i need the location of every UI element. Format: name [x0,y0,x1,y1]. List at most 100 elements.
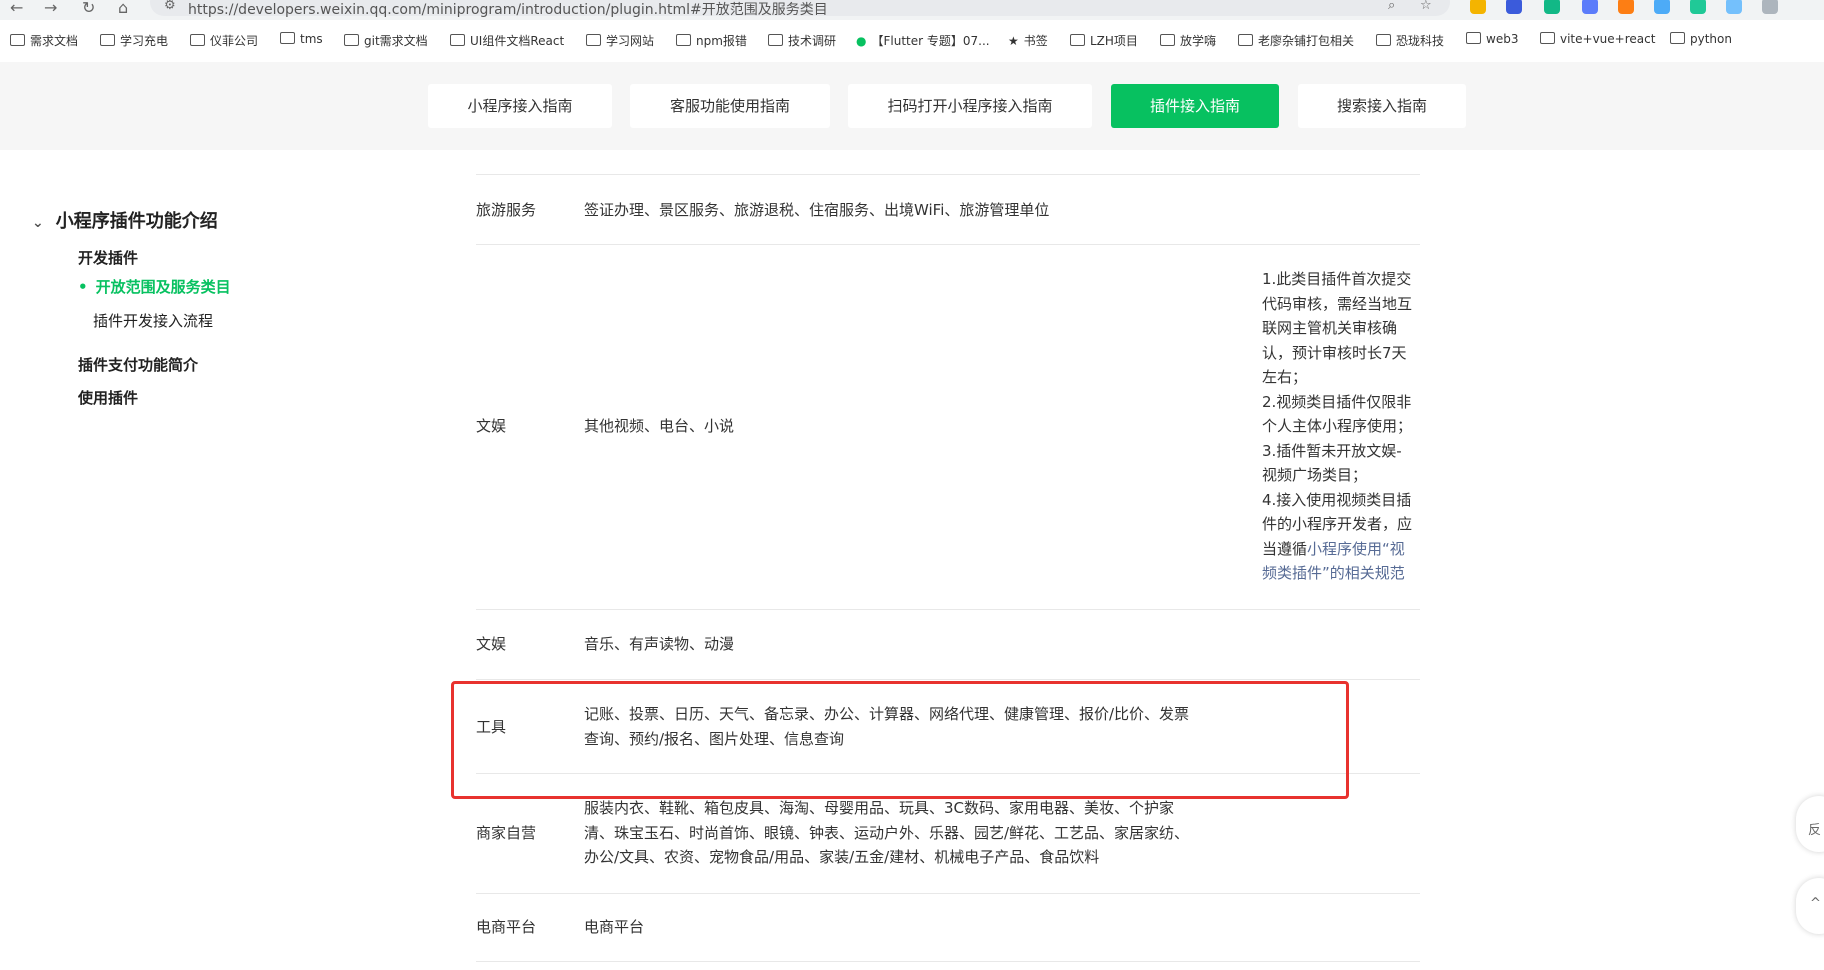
tab-plugin-guide[interactable]: 插件接入指南 [1111,84,1279,128]
bookmark-item[interactable]: ● 【Flutter 专题】07... [856,32,990,49]
back-icon[interactable]: ← [10,0,23,17]
bookmark-label: tms [300,32,323,46]
bookmark-item[interactable]: ★ 书签 [1008,32,1048,49]
extensions-menu-icon[interactable] [1762,0,1778,14]
bookmark-label: 学习充电 [120,34,169,48]
feedback-label: 反 [1808,823,1822,838]
tab-search-guide[interactable]: 搜索接入指南 [1298,84,1466,128]
note-line: 3.插件暂未开放文娱- [1262,441,1402,460]
forward-icon[interactable]: → [44,0,57,17]
sidebar-item-payment[interactable]: 插件支付功能简介 [78,354,198,375]
extension-icon[interactable] [1726,0,1742,14]
bookmark-label: vite+vue+react [1560,32,1656,46]
bookmark-label: 需求文档 [30,34,79,48]
url-bar[interactable]: ⚙ https://developers.weixin.qq.com/minip… [150,0,1450,18]
bookmark-item[interactable]: 恐珑科技 [1376,32,1444,49]
folder-icon [10,34,25,46]
services-cell: 签证办理、景区服务、旅游退税、住宿服务、出境WiFi、旅游管理单位 [584,201,1050,219]
services-cell: 其他视频、电台、小说 [584,417,735,435]
bookmark-item[interactable]: 学习充电 [100,32,168,49]
sidebar-section-title: 小程序插件功能介绍 [55,211,218,232]
note-line: 个人主体小程序使用； [1262,417,1413,435]
table-divider [476,679,1420,680]
bookmark-item[interactable]: 放学嗨 [1160,32,1216,49]
table-divider [476,961,1420,962]
extension-icon[interactable] [1690,0,1706,14]
tab-customer-service-guide[interactable]: 客服功能使用指南 [630,84,830,128]
url-text: https://developers.weixin.qq.com/minipro… [188,2,828,18]
bookmark-item[interactable]: git需求文档 [344,32,428,49]
folder-icon [768,34,783,46]
bookmark-label: 学习网站 [606,34,655,48]
bookmark-item[interactable]: 仪菲公司 [190,32,258,49]
reload-icon[interactable]: ↻ [82,0,95,17]
note-line: 联网主管机关审核确 [1262,319,1398,337]
sidebar-item-dev-flow[interactable]: 插件开发接入流程 [93,310,213,331]
sidebar-item-develop-plugin[interactable]: 开发插件 [78,247,138,268]
extension-icon[interactable] [1506,0,1522,14]
bookmark-item[interactable]: 需求文档 [10,32,78,49]
folder-icon [1160,34,1175,46]
services-cell: 音乐、有声读物、动漫 [584,635,735,653]
note-line: 1.此类目插件首次提交 [1262,270,1412,288]
extension-icon[interactable] [1654,0,1670,14]
active-dot-icon: • [78,278,88,296]
extension-icon[interactable] [1582,0,1598,14]
bookmark-star-icon[interactable]: ☆ [1420,0,1432,13]
bookmark-item[interactable]: npm报错 [676,32,747,49]
extension-icon[interactable] [1544,0,1560,14]
site-info-icon[interactable]: ⚙ [164,0,176,13]
services-cell: 电商平台 [584,918,645,936]
sidebar [0,150,368,970]
folder-icon [1070,34,1085,46]
services-line: 办公/文具、农资、宠物食品/用品、家装/五金/建材、机械电子产品、食品饮料 [584,848,1100,866]
services-cell: 服装内衣、鞋靴、箱包皮具、海淘、母婴用品、玩具、3C数码、家用电器、美妆、个护家… [584,796,1189,870]
note-line: 2.视频类目插件仅限非 [1262,392,1412,411]
bookmark-label: LZH项目 [1090,34,1138,48]
home-icon[interactable]: ⌂ [118,0,128,17]
zoom-icon[interactable]: ⌕ [1388,0,1395,13]
sidebar-section-toggle[interactable]: ⌄ 小程序插件功能介绍 [32,207,218,233]
folder-icon [450,34,465,46]
bookmark-item[interactable]: 技术调研 [768,32,836,49]
bookmark-item[interactable]: 老廖杂铺打包相关 [1238,32,1354,49]
bookmark-label: git需求文档 [364,34,428,48]
folder-icon [1670,32,1685,44]
extension-icon[interactable] [1618,0,1634,14]
bookmark-item[interactable]: 学习网站 [586,32,654,49]
bookmark-item[interactable]: LZH项目 [1070,32,1138,49]
bookmark-label: 仪菲公司 [210,34,259,48]
bookmark-label: UI组件文档React [470,34,565,48]
bookmark-label: web3 [1486,32,1519,46]
bookmark-item[interactable]: vite+vue+react [1540,32,1655,46]
video-plugin-rules-link[interactable]: 小程序使用“视 [1307,540,1405,558]
bookmark-item[interactable]: UI组件文档React [450,32,564,49]
extension-icon[interactable] [1470,0,1486,14]
table-divider [476,244,1420,245]
folder-icon [100,34,115,46]
folder-icon [1376,34,1391,46]
tab-scan-open-guide[interactable]: 扫码打开小程序接入指南 [848,84,1092,128]
video-plugin-rules-link[interactable]: 频类插件”的相关规范 [1262,561,1422,586]
note-line: 件的小程序开发者，应 [1262,515,1413,533]
bookmark-label: python [1690,32,1732,46]
bookmark-item[interactable]: python [1670,32,1732,46]
bookmark-item[interactable]: web3 [1466,32,1518,46]
category-cell: 商家自营 [476,824,537,842]
note-line: 当遵循小程序使用“视 [1262,537,1422,562]
folder-icon [344,34,359,46]
bookmark-label: 技术调研 [788,34,837,48]
folder-icon [1466,32,1481,44]
folder-icon [190,34,205,46]
sidebar-item-scope-categories[interactable]: • 开放范围及服务类目 [78,276,231,297]
sidebar-item-use-plugin[interactable]: 使用插件 [78,387,138,408]
services-line: 服装内衣、鞋靴、箱包皮具、海淘、母婴用品、玩具、3C数码、家用电器、美妆、个护家 [584,799,1175,817]
bookmark-label: 恐珑科技 [1396,34,1445,48]
note-text: 当遵循 [1262,539,1308,558]
bookmark-item[interactable]: tms [280,32,323,46]
browser-address-row: ← → ↻ ⌂ ⚙ https://developers.weixin.qq.c… [0,0,1824,20]
folder-icon [280,32,295,44]
bookmark-label: 老廖杂铺打包相关 [1258,34,1355,48]
wechat-icon: ● [856,34,867,48]
tab-miniprogram-guide[interactable]: 小程序接入指南 [428,84,612,128]
